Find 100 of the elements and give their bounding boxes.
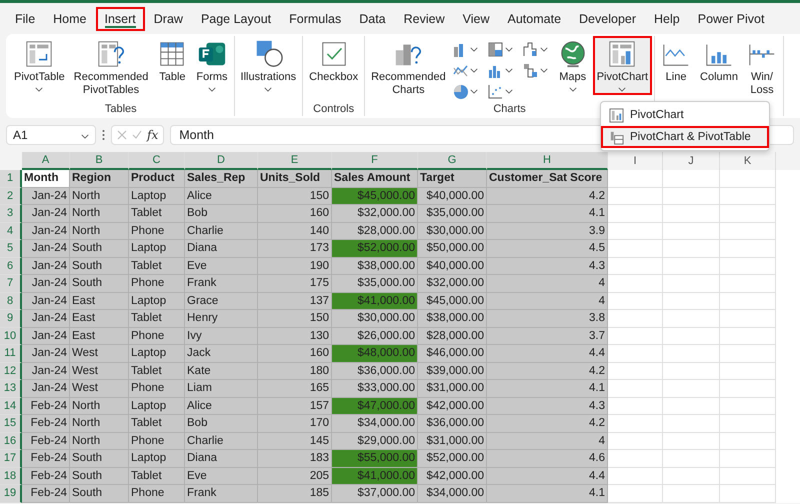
ribbon-tab[interactable]: Data — [350, 6, 395, 30]
row-header[interactable]: 15 — [0, 415, 22, 432]
ribbon-button[interactable]: Recommended Charts — [367, 36, 450, 100]
table-cell — [608, 328, 663, 345]
table-cell — [663, 398, 720, 415]
table-cell: $36,000.00 — [418, 415, 487, 432]
ribbon-button[interactable]: Illustrations — [236, 36, 300, 95]
name-box[interactable]: A1 — [6, 125, 96, 145]
ribbon-tab[interactable]: View — [454, 6, 499, 30]
table-cell: Feb-24 — [22, 398, 70, 415]
row-header[interactable]: 8 — [0, 292, 22, 310]
column-header[interactable]: E — [258, 152, 332, 170]
ribbon-button[interactable]: Checkbox — [305, 36, 362, 87]
table-cell: $28,000.00 — [332, 222, 418, 240]
column-header[interactable]: H — [487, 152, 608, 170]
table-cell: Alice — [185, 398, 258, 415]
check-icon[interactable] — [132, 130, 142, 140]
table-cell: Feb-24 — [22, 432, 70, 450]
ribbon-button[interactable]: PivotTable — [10, 36, 69, 95]
table-cell — [720, 345, 776, 362]
row-header[interactable]: 14 — [0, 398, 22, 415]
row-header[interactable]: 7 — [0, 275, 22, 292]
table-cell: Liam — [185, 380, 258, 398]
row-header[interactable]: 13 — [0, 380, 22, 398]
table-cell: $46,000.00 — [418, 345, 487, 362]
column-header[interactable]: J — [663, 152, 720, 170]
cancel-icon[interactable] — [117, 130, 127, 140]
row-header[interactable]: 6 — [0, 258, 22, 275]
row-header[interactable]: 9 — [0, 310, 22, 328]
table-cell — [663, 170, 720, 188]
ribbon-tab[interactable]: Home — [44, 6, 96, 30]
ribbon-tab[interactable]: Help — [645, 6, 689, 30]
table-cell: West — [70, 345, 129, 362]
table-cell: 4.6 — [487, 450, 608, 468]
insert-function-button[interactable]: fx — [147, 128, 158, 142]
row-header[interactable]: 3 — [0, 205, 22, 222]
table-cell: Henry — [185, 310, 258, 328]
table-cell — [663, 328, 720, 345]
table-cell: 157 — [258, 398, 332, 415]
ribbon-button[interactable]: Recommended PivotTables — [70, 36, 152, 100]
table-cell: 173 — [258, 240, 332, 258]
ribbon-tab[interactable]: Developer — [570, 6, 646, 30]
column-header[interactable]: K — [720, 152, 776, 170]
ribbon-tab[interactable]: File — [6, 6, 44, 30]
table-cell: $36,000.00 — [332, 362, 418, 380]
row-header[interactable]: 4 — [0, 222, 22, 240]
ribbon-button[interactable]: Table — [153, 36, 192, 87]
table-cell: $40,000.00 — [418, 258, 487, 275]
chevron-icon — [470, 89, 478, 94]
row-header[interactable]: 18 — [0, 468, 22, 485]
ribbon-tab[interactable]: Review — [394, 6, 454, 30]
row-header[interactable]: 1 — [0, 170, 22, 188]
column-header[interactable]: C — [129, 152, 185, 170]
row-header[interactable]: 19 — [0, 485, 22, 502]
ribbon-tab[interactable]: Automate — [498, 6, 570, 30]
table-cell: $39,000.00 — [418, 362, 487, 380]
table-cell: 3.7 — [487, 328, 608, 345]
row-header[interactable]: 16 — [0, 432, 22, 450]
ribbon-button[interactable]: Maps — [554, 36, 592, 95]
ribbon-button[interactable]: Line — [657, 36, 696, 87]
table-cell: $55,000.00 — [332, 450, 418, 468]
table-cell — [720, 292, 776, 310]
table-cell: $35,000.00 — [332, 275, 418, 292]
table-cell — [720, 328, 776, 345]
row-header[interactable]: 11 — [0, 345, 22, 362]
column-header[interactable]: D — [185, 152, 258, 170]
table-cell: Sales Amount — [332, 170, 418, 188]
ribbon-tab[interactable]: Formulas — [280, 6, 350, 30]
table-cell — [720, 170, 776, 188]
ribbon-button[interactable]: Column — [696, 36, 742, 87]
table-cell: Customer_Sat Score — [487, 170, 608, 188]
ribbon-tab[interactable]: Page Layout — [192, 6, 280, 30]
ribbon-tab[interactable]: Insert — [96, 6, 145, 30]
column-header[interactable]: I — [608, 152, 663, 170]
ribbon-button[interactable]: PivotChart — [592, 36, 652, 95]
table-cell — [663, 485, 720, 502]
row-header[interactable]: 17 — [0, 450, 22, 468]
ribbon-tab[interactable]: Power Pivot — [688, 6, 774, 30]
treemap-chart-icon — [486, 41, 504, 58]
table-cell: East — [70, 310, 129, 328]
table-cell: 3.9 — [487, 222, 608, 240]
table-cell: 140 — [258, 222, 332, 240]
ribbon-button[interactable]: Forms — [192, 36, 232, 95]
ribbon-button[interactable]: Win/ Loss — [742, 36, 781, 100]
ribbon-tab[interactable]: Draw — [144, 6, 192, 30]
row-header[interactable]: 5 — [0, 240, 22, 258]
table-cell: Tablet — [129, 205, 185, 222]
row-header[interactable]: 2 — [0, 188, 22, 205]
column-header[interactable]: A — [22, 152, 70, 170]
menu-item[interactable]: PivotChart — [601, 104, 769, 126]
column-header[interactable]: B — [70, 152, 129, 170]
menu-item[interactable]: PivotChart & PivotTable — [601, 126, 769, 148]
row-header[interactable]: 10 — [0, 328, 22, 345]
row-header[interactable]: 12 — [0, 362, 22, 380]
table-cell: South — [70, 258, 129, 275]
column-header[interactable]: G — [418, 152, 487, 170]
column-header[interactable]: F — [332, 152, 418, 170]
table-cell: 130 — [258, 328, 332, 345]
table-cell: Diana — [185, 450, 258, 468]
table-cell — [608, 292, 663, 310]
